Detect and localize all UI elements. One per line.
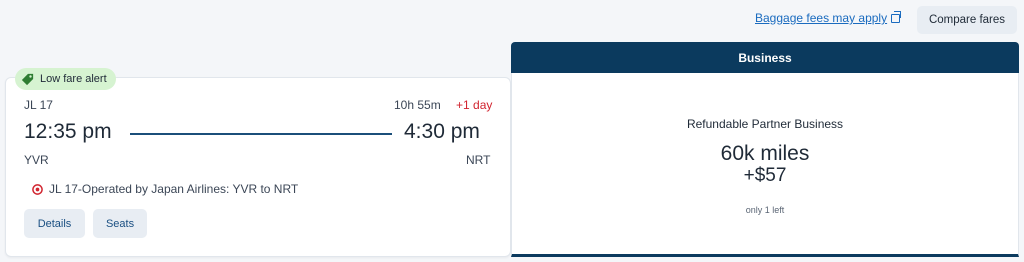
flight-result: Baggage fees may apply Compare fares Low… [0,0,1024,262]
cabin-header: Business [511,42,1019,73]
fare-name: Refundable Partner Business [686,117,844,131]
fare-price: +$57 [743,165,787,186]
low-fare-alert-badge: Low fare alert [15,68,116,90]
departure-time: 12:35 pm [24,120,112,143]
departure-airport-code: YVR [24,153,49,167]
arrival-time: 4:30 pm [404,120,480,143]
compare-fares-button[interactable]: Compare fares [917,6,1017,34]
flight-number: JL 17 [24,98,53,112]
flight-duration: 10h 55m [394,98,441,112]
operated-by-label: JL 17-Operated by Japan Airlines: YVR to… [49,182,299,196]
fare-miles: 60k miles [720,142,810,165]
route-line [130,133,392,135]
low-fare-alert-label: Low fare alert [40,73,107,85]
operated-by-info: JL 17-Operated by Japan Airlines: YVR to… [32,182,298,196]
details-button[interactable]: Details [24,209,85,238]
seats-button[interactable]: Seats [93,209,147,238]
jal-logo-icon [32,183,43,195]
baggage-fees-link[interactable]: Baggage fees may apply [755,10,902,25]
tag-icon [20,72,35,87]
fare-option-business[interactable]: Refundable Partner Business 60k miles +$… [511,73,1019,257]
arrival-airport-code: NRT [466,153,491,167]
seats-remaining: only 1 left [745,205,785,215]
external-link-icon [891,10,902,23]
baggage-fees-label: Baggage fees may apply [755,11,888,25]
plus-day-indicator: +1 day [456,98,493,112]
